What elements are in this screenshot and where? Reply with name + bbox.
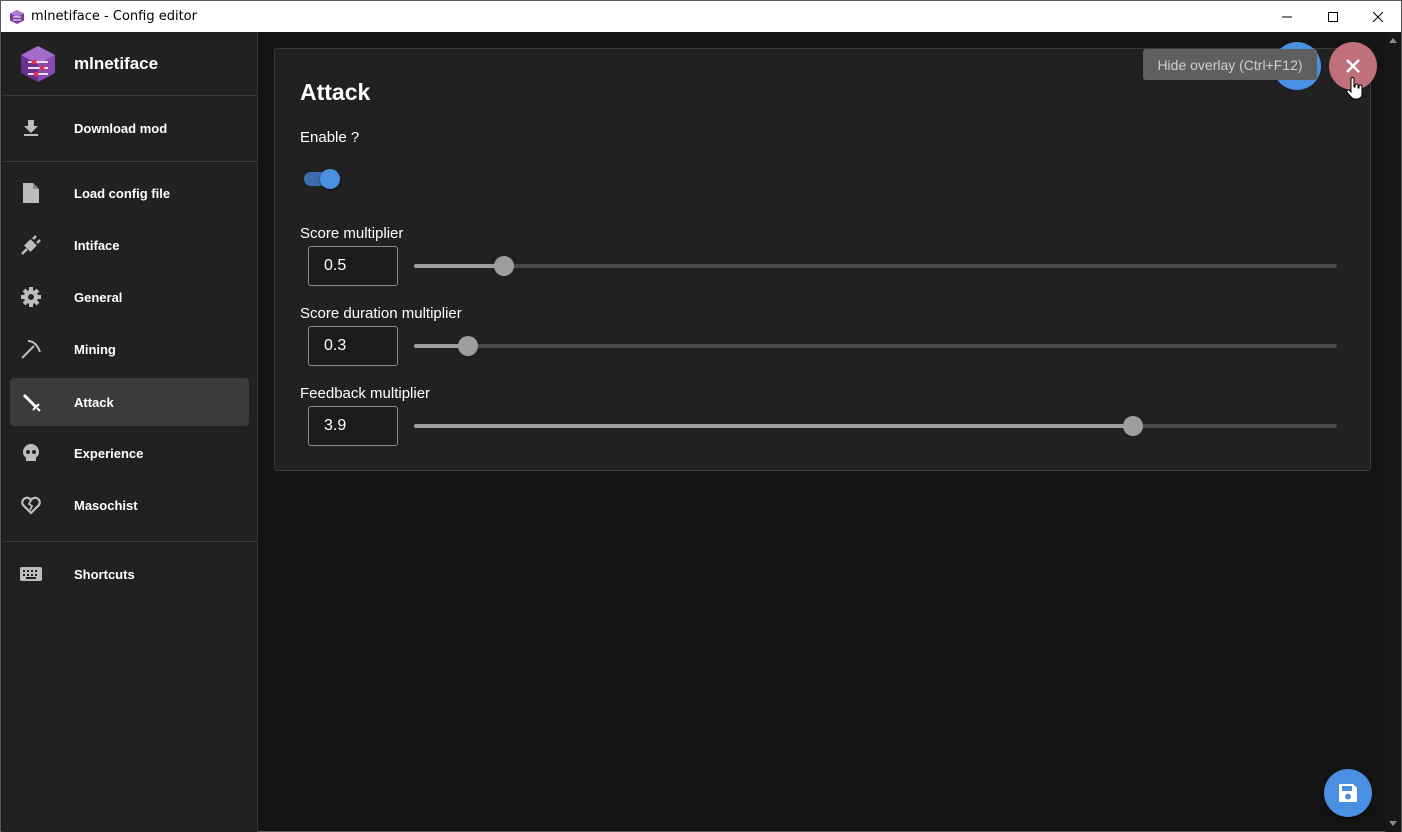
brand-name: mlnetiface (74, 53, 159, 73)
enable-toggle[interactable] (302, 167, 342, 191)
slider-fill (414, 264, 505, 268)
pickaxe-icon (20, 338, 42, 360)
keyboard-icon (20, 563, 42, 585)
sidebar-item-general[interactable]: General (10, 273, 249, 321)
broken-heart-icon (20, 494, 42, 516)
attack-settings-card: Attack Enable ? Score multiplier Score d… (274, 48, 1371, 471)
score-duration-multiplier-input[interactable] (308, 326, 398, 366)
score-multiplier-label: Score multiplier (300, 225, 404, 242)
slider-rail (414, 264, 1337, 268)
sidebar-divider (2, 541, 257, 542)
close-icon (1373, 11, 1383, 22)
sidebar-item-load-config-file[interactable]: Load config file (10, 169, 249, 217)
hide-overlay-tooltip: Hide overlay (Ctrl+F12) (1143, 49, 1317, 80)
scroll-up-arrow-icon[interactable] (1389, 38, 1397, 43)
sidebar-item-label: Download mod (74, 120, 168, 136)
slider-fill (414, 424, 1134, 428)
page-title: Attack (300, 79, 371, 105)
maximize-button[interactable] (1310, 1, 1356, 32)
download-icon (20, 117, 42, 139)
sidebar-item-shortcuts[interactable]: Shortcuts (10, 550, 249, 598)
sidebar-item-intiface[interactable]: Intiface (10, 221, 249, 269)
sidebar-item-label: Load config file (74, 185, 171, 201)
sidebar-item-label: Experience (74, 445, 144, 461)
sidebar-item-label: Attack (74, 394, 114, 410)
sidebar-item-attack[interactable]: Attack (10, 378, 249, 426)
sidebar-divider (2, 161, 257, 162)
app-logo-icon (21, 45, 55, 82)
score-multiplier-slider[interactable] (414, 256, 1337, 276)
slider-rail (414, 344, 1337, 348)
sidebar-item-label: Masochist (74, 497, 138, 513)
slider-thumb[interactable] (494, 256, 515, 276)
sidebar-item-label: General (74, 289, 123, 305)
window-close-button[interactable] (1355, 1, 1401, 32)
slider-thumb[interactable] (457, 336, 478, 356)
minimize-icon (1282, 16, 1292, 17)
sidebar-item-masochist[interactable]: Masochist (10, 481, 249, 529)
main-scrollbar[interactable] (1385, 32, 1401, 832)
sidebar-item-label: Mining (74, 341, 116, 357)
enable-label: Enable ? (300, 129, 360, 146)
score-duration-multiplier-label: Score duration multiplier (300, 305, 462, 322)
toggle-thumb (320, 169, 340, 189)
window-title: mlnetiface - Config editor (31, 9, 197, 24)
sidebar-item-download-mod[interactable]: Download mod (10, 104, 249, 152)
feedback-multiplier-slider[interactable] (414, 416, 1337, 436)
score-multiplier-input[interactable] (308, 246, 398, 286)
file-icon (20, 182, 42, 204)
sidebar-item-mining[interactable]: Mining (10, 325, 249, 373)
save-button[interactable] (1324, 769, 1372, 817)
plug-icon (20, 234, 42, 256)
feedback-multiplier-label: Feedback multiplier (300, 385, 431, 402)
hand-cursor-icon (1346, 77, 1363, 100)
app-logo-icon (10, 9, 24, 24)
slider-thumb[interactable] (1123, 416, 1144, 436)
minimize-button[interactable] (1264, 1, 1310, 32)
sidebar-item-label: Shortcuts (74, 566, 135, 582)
close-icon (1346, 59, 1360, 73)
brand-header: mlnetiface (2, 32, 257, 96)
scroll-down-arrow-icon[interactable] (1389, 821, 1397, 826)
skull-icon (20, 442, 42, 464)
feedback-multiplier-input[interactable] (308, 406, 398, 446)
sidebar: mlnetiface Download mod Load config file… (2, 32, 258, 832)
sword-icon (20, 391, 42, 413)
maximize-icon (1328, 11, 1338, 22)
gear-icon (20, 286, 42, 308)
title-bar: mlnetiface - Config editor (1, 1, 1401, 32)
score-duration-multiplier-slider[interactable] (414, 336, 1337, 356)
sidebar-item-experience[interactable]: Experience (10, 429, 249, 477)
sidebar-item-label: Intiface (74, 237, 120, 253)
app-window: mlnetiface - Config editor mlnetiface Do… (0, 0, 1402, 832)
save-icon (1339, 784, 1357, 802)
